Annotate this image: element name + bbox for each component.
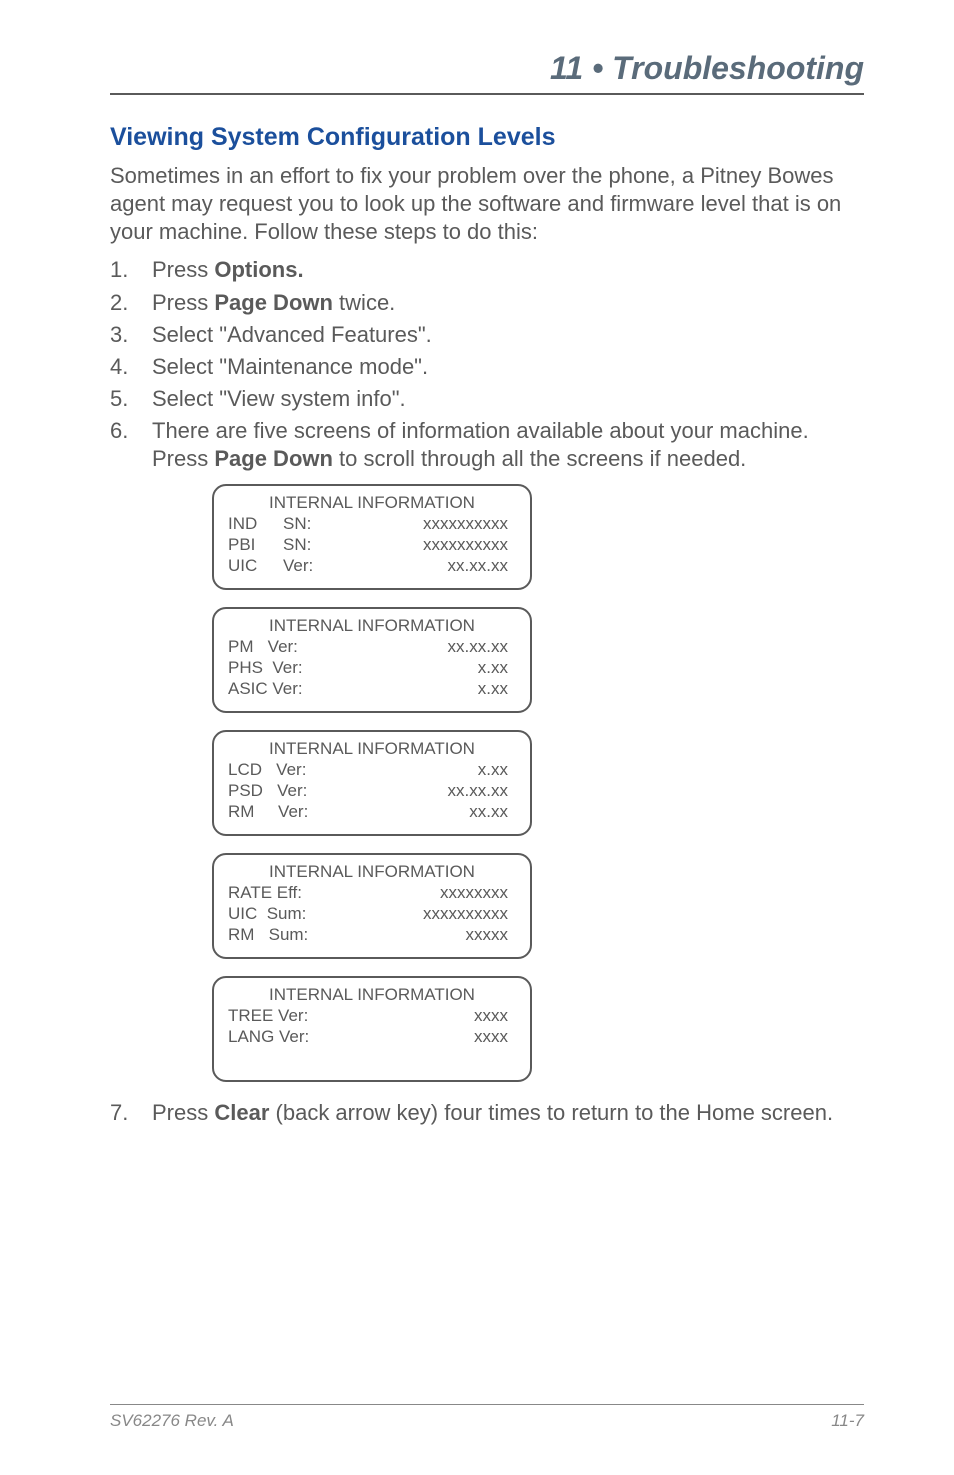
lcd-row: PBISN:xxxxxxxxxx xyxy=(228,534,516,555)
lcd-title: INTERNAL INFORMATION xyxy=(228,492,516,513)
lcd-cell: PM Ver: xyxy=(228,636,333,657)
lcd-box-2: INTERNAL INFORMATION PM Ver:xx.xx.xx PHS… xyxy=(212,607,532,713)
lcd-cell: RM Ver: xyxy=(228,801,333,822)
section-heading: Viewing System Configuration Levels xyxy=(110,123,864,152)
lcd-row: LANG Ver:xxxx xyxy=(228,1026,516,1047)
lcd-cell: xx.xx.xx xyxy=(333,780,516,801)
lcd-cell: Ver: xyxy=(283,555,333,576)
lcd-cell: UIC xyxy=(228,555,283,576)
step-text: Press xyxy=(152,1100,214,1125)
lcd-cell: xxxx xyxy=(333,1005,516,1026)
lcd-cell: RM Sum: xyxy=(228,924,333,945)
lcd-cell: xxxxxxxxxx xyxy=(333,534,516,555)
lcd-cell: PHS Ver: xyxy=(228,657,333,678)
lcd-cell: LANG Ver: xyxy=(228,1026,333,1047)
lcd-cell: xx.xx xyxy=(333,801,516,822)
chapter-title: 11 • Troubleshooting xyxy=(110,50,864,87)
lcd-cell: SN: xyxy=(283,534,333,555)
lcd-cell: xxxxxxxxxx xyxy=(333,513,516,534)
step-text: twice. xyxy=(333,290,395,315)
header-rule xyxy=(110,93,864,95)
lcd-title: INTERNAL INFORMATION xyxy=(228,738,516,759)
lcd-cell: x.xx xyxy=(333,657,516,678)
lcd-cell: xx.xx.xx xyxy=(333,555,516,576)
lcd-row: RATE Eff:xxxxxxxx xyxy=(228,882,516,903)
step-bold: Page Down xyxy=(214,446,333,471)
page-footer: SV62276 Rev. A 11-7 xyxy=(110,1404,864,1431)
lcd-cell: TREE Ver: xyxy=(228,1005,333,1026)
lcd-cell: PBI xyxy=(228,534,283,555)
step-bold: Clear xyxy=(214,1100,269,1125)
step-text: (back arrow key) four times to return to… xyxy=(269,1100,833,1125)
steps-list: Press Options. Press Page Down twice. Se… xyxy=(110,256,864,1126)
step-text: Press xyxy=(152,290,214,315)
lcd-box-4: INTERNAL INFORMATION RATE Eff:xxxxxxxx U… xyxy=(212,853,532,959)
step-bold: Options. xyxy=(214,257,303,282)
footer-page-number: 11-7 xyxy=(831,1411,864,1431)
lcd-cell: xxxx xyxy=(333,1026,516,1047)
lcd-cell: SN: xyxy=(283,513,333,534)
lcd-row: RM Sum:xxxxx xyxy=(228,924,516,945)
step-5: Select "View system info". xyxy=(110,385,864,413)
lcd-box-3: INTERNAL INFORMATION LCD Ver:x.xx PSD Ve… xyxy=(212,730,532,836)
step-2: Press Page Down twice. xyxy=(110,289,864,317)
lcd-box-1: INTERNAL INFORMATION INDSN:xxxxxxxxxx PB… xyxy=(212,484,532,590)
lcd-cell: xxxxxxxxxx xyxy=(333,903,516,924)
lcd-row: UIC Sum:xxxxxxxxxx xyxy=(228,903,516,924)
lcd-cell: xxxxx xyxy=(333,924,516,945)
lcd-cell: xx.xx.xx xyxy=(333,636,516,657)
lcd-row: TREE Ver:xxxx xyxy=(228,1005,516,1026)
step-1: Press Options. xyxy=(110,256,864,284)
lcd-row: PM Ver:xx.xx.xx xyxy=(228,636,516,657)
lcd-title: INTERNAL INFORMATION xyxy=(228,615,516,636)
lcd-cell: IND xyxy=(228,513,283,534)
footer-rule xyxy=(110,1404,864,1405)
lcd-title: INTERNAL INFORMATION xyxy=(228,861,516,882)
lcd-row: PHS Ver:x.xx xyxy=(228,657,516,678)
lcd-cell: x.xx xyxy=(333,759,516,780)
lcd-cell: UIC Sum: xyxy=(228,903,333,924)
lcd-row: UICVer:xx.xx.xx xyxy=(228,555,516,576)
lcd-row: ASIC Ver:x.xx xyxy=(228,678,516,699)
lcd-cell: PSD Ver: xyxy=(228,780,333,801)
lcd-boxes: INTERNAL INFORMATION INDSN:xxxxxxxxxx PB… xyxy=(212,484,864,1082)
lcd-row: INDSN:xxxxxxxxxx xyxy=(228,513,516,534)
lcd-cell: x.xx xyxy=(333,678,516,699)
intro-paragraph: Sometimes in an effort to fix your probl… xyxy=(110,162,864,246)
lcd-cell: xxxxxxxx xyxy=(333,882,516,903)
lcd-title: INTERNAL INFORMATION xyxy=(228,984,516,1005)
step-text: to scroll through all the screens if nee… xyxy=(333,446,746,471)
step-6: There are five screens of information av… xyxy=(110,417,864,1081)
step-bold: Page Down xyxy=(214,290,333,315)
lcd-row: PSD Ver:xx.xx.xx xyxy=(228,780,516,801)
lcd-cell: ASIC Ver: xyxy=(228,678,333,699)
lcd-cell: RATE Eff: xyxy=(228,882,333,903)
step-text: Press xyxy=(152,257,214,282)
lcd-box-5: INTERNAL INFORMATION TREE Ver:xxxx LANG … xyxy=(212,976,532,1082)
footer-doc-id: SV62276 Rev. A xyxy=(110,1411,234,1431)
step-3: Select "Advanced Features". xyxy=(110,321,864,349)
lcd-row: LCD Ver:x.xx xyxy=(228,759,516,780)
lcd-cell: LCD Ver: xyxy=(228,759,333,780)
lcd-row: RM Ver:xx.xx xyxy=(228,801,516,822)
step-4: Select "Maintenance mode". xyxy=(110,353,864,381)
step-7: Press Clear (back arrow key) four times … xyxy=(110,1099,864,1127)
